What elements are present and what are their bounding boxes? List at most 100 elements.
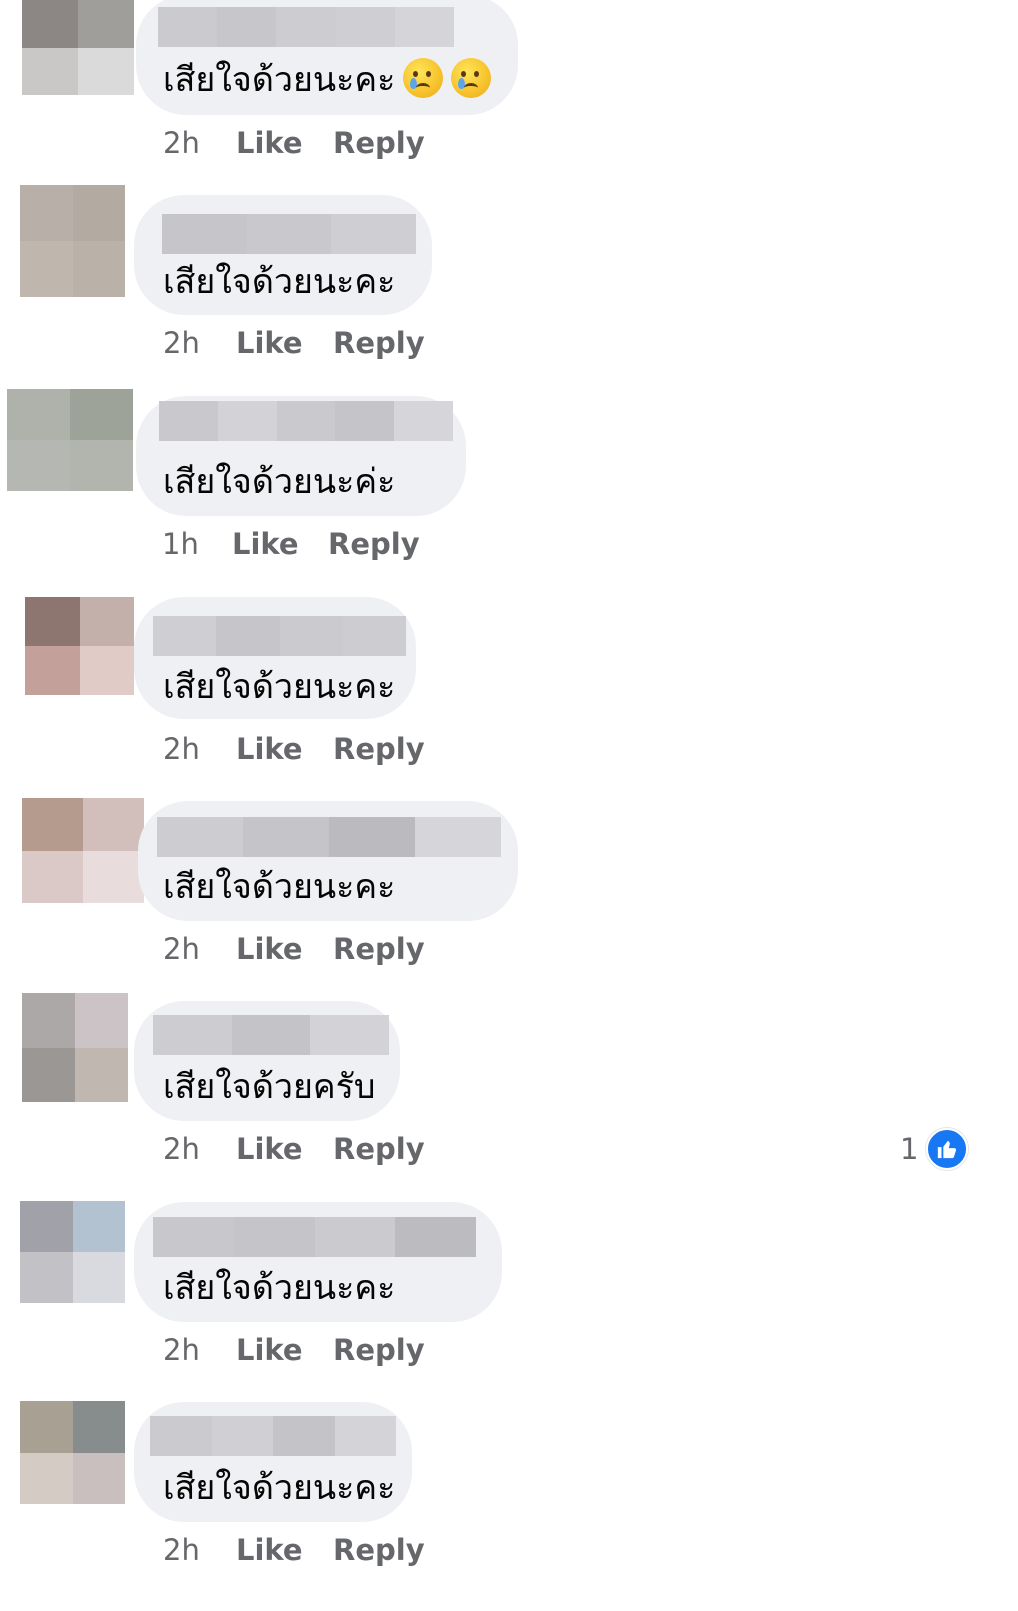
like-button[interactable]: Like — [232, 524, 299, 564]
like-button[interactable]: Like — [236, 1530, 303, 1570]
comment-actions: 2h Like Reply — [163, 323, 463, 363]
comment-timestamp[interactable]: 2h — [163, 1533, 200, 1567]
avatar-pixel — [7, 440, 70, 491]
like-button[interactable]: Like — [236, 1330, 303, 1370]
comment-timestamp[interactable]: 2h — [163, 732, 200, 766]
name-blur-block — [335, 401, 395, 441]
avatar-pixel — [25, 597, 80, 646]
name-blur-block — [394, 401, 453, 441]
avatar-pixel — [72, 241, 125, 297]
commenter-name-blurred[interactable] — [158, 7, 454, 47]
like-button[interactable]: Like — [236, 1129, 303, 1169]
comment-actions: 2h Like Reply — [163, 729, 463, 769]
name-blur-block — [394, 7, 454, 47]
avatar-pixel — [79, 597, 134, 646]
avatar-pixel — [25, 646, 80, 695]
comment-text: เสียใจด้วยนะคะ — [163, 667, 395, 707]
avatar[interactable] — [25, 597, 134, 695]
reply-button[interactable]: Reply — [333, 123, 425, 163]
comment-text: เสียใจด้วยนะค่ะ — [163, 462, 395, 502]
name-blur-block — [157, 817, 243, 857]
avatar-pixel — [20, 185, 73, 241]
comment-text: เสียใจด้วยครับ — [163, 1067, 376, 1107]
comment-text-content: เสียใจด้วยนะคะ — [163, 1468, 396, 1508]
avatar[interactable] — [20, 1201, 125, 1303]
commenter-name-blurred[interactable] — [157, 817, 501, 857]
name-blur-block — [314, 1217, 396, 1257]
comment-text: เสียใจด้วยนะคะ — [163, 1468, 395, 1508]
avatar-pixel — [22, 798, 83, 851]
comment-text-content: เสียใจด้วยนะคะ — [163, 867, 396, 907]
commenter-name-blurred[interactable] — [153, 1217, 476, 1257]
comment-timestamp[interactable]: 2h — [163, 1333, 200, 1367]
avatar-pixel — [72, 1252, 125, 1303]
avatar[interactable] — [22, 993, 128, 1102]
reaction-count: 1 — [900, 1132, 919, 1166]
avatar-pixel — [78, 0, 134, 48]
comment-timestamp[interactable]: 2h — [163, 326, 200, 360]
avatar-pixel — [22, 47, 78, 95]
like-button[interactable]: Like — [236, 323, 303, 363]
avatar-pixel — [22, 850, 83, 903]
comment-text-content: เสียใจด้วยนะคะ — [163, 262, 396, 302]
comment-text: เสียใจด้วยนะคะ — [163, 262, 395, 302]
like-button[interactable]: Like — [236, 123, 303, 163]
reply-button[interactable]: Reply — [333, 929, 425, 969]
name-blur-block — [415, 817, 501, 857]
reply-button[interactable]: Reply — [333, 1129, 425, 1169]
comment-actions: 2h Like Reply — [163, 1330, 463, 1370]
crying-face-icon — [403, 57, 444, 98]
name-blur-block — [150, 1416, 212, 1456]
name-blur-block — [243, 817, 329, 857]
avatar-pixel — [75, 1047, 128, 1102]
name-blur-block — [334, 1416, 396, 1456]
comment-timestamp[interactable]: 2h — [163, 126, 200, 160]
comment-timestamp[interactable]: 2h — [163, 1132, 200, 1166]
avatar-pixel — [20, 1201, 73, 1252]
commenter-name-blurred[interactable] — [159, 401, 453, 441]
like-button[interactable]: Like — [236, 729, 303, 769]
name-blur-block — [159, 401, 218, 441]
name-blur-block — [153, 616, 217, 656]
reply-button[interactable]: Reply — [333, 1530, 425, 1570]
comment-timestamp[interactable]: 2h — [163, 932, 200, 966]
comment-text-content: เสียใจด้วยนะค่ะ — [163, 462, 396, 502]
name-blur-block — [276, 401, 336, 441]
reply-button[interactable]: Reply — [333, 1330, 425, 1370]
avatar[interactable] — [22, 0, 134, 95]
avatar[interactable] — [22, 798, 144, 903]
name-blur-block — [231, 1015, 311, 1055]
comment-text-content: เสียใจด้วยนะคะ — [163, 667, 396, 707]
name-blur-block — [310, 1015, 389, 1055]
commenter-name-blurred[interactable] — [162, 214, 416, 254]
reply-button[interactable]: Reply — [333, 729, 425, 769]
commenter-name-blurred[interactable] — [153, 1015, 389, 1055]
name-blur-block — [233, 1217, 315, 1257]
tear-icon — [410, 77, 418, 89]
comment-text-content: เสียใจด้วยนะคะ — [163, 1268, 396, 1308]
avatar[interactable] — [20, 185, 125, 297]
avatar[interactable] — [7, 389, 133, 491]
avatar-pixel — [79, 646, 134, 695]
avatar-pixel — [83, 798, 144, 851]
commenter-name-blurred[interactable] — [150, 1416, 396, 1456]
name-blur-block — [273, 1416, 335, 1456]
avatar-pixel — [72, 185, 125, 241]
commenter-name-blurred[interactable] — [153, 616, 406, 656]
name-blur-block — [162, 214, 247, 254]
comment-text: เสียใจด้วยนะคะ — [163, 1268, 395, 1308]
comment-timestamp[interactable]: 1h — [162, 527, 199, 561]
avatar-pixel — [70, 389, 133, 440]
name-blur-block — [217, 7, 277, 47]
avatar-pixel — [72, 1401, 125, 1453]
name-blur-block — [153, 1015, 232, 1055]
reaction-summary[interactable]: 1 — [900, 1127, 969, 1171]
comment-text-content: เสียใจด้วยครับ — [163, 1067, 376, 1107]
avatar-pixel — [22, 993, 75, 1048]
comment-text: เสียใจด้วยนะคะ — [163, 867, 395, 907]
like-button[interactable]: Like — [236, 929, 303, 969]
reply-button[interactable]: Reply — [333, 323, 425, 363]
avatar-pixel — [72, 1452, 125, 1504]
avatar[interactable] — [20, 1401, 125, 1504]
reply-button[interactable]: Reply — [328, 524, 420, 564]
